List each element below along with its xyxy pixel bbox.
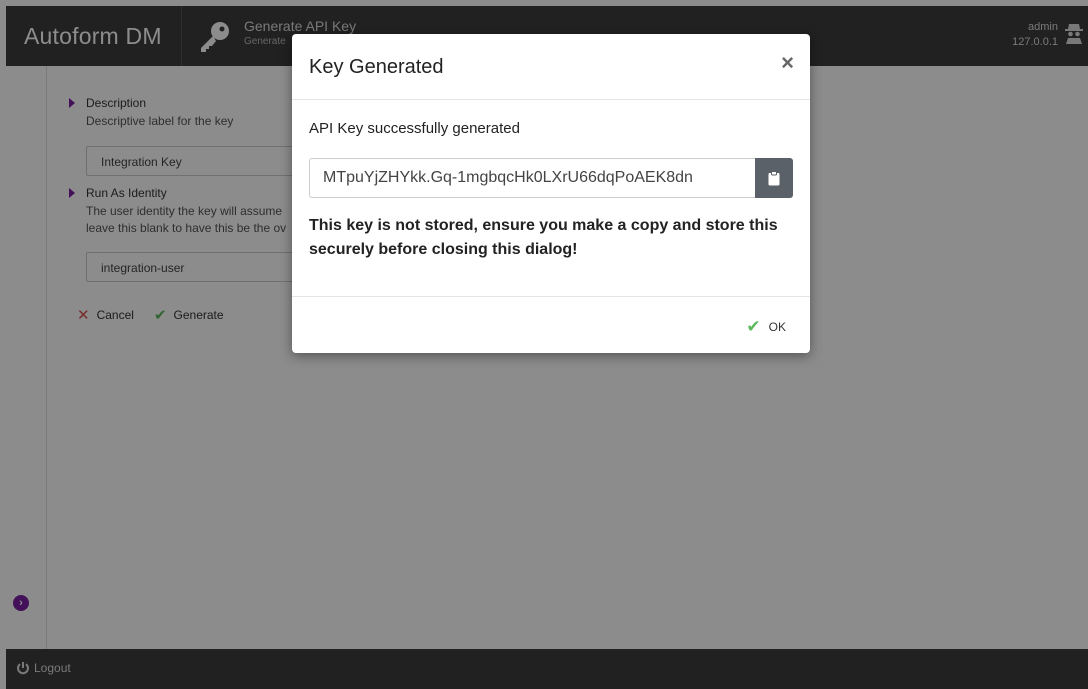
modal-title: Key Generated xyxy=(309,56,444,78)
api-key-group: MTpuYjZHYkk.Gq-1mgbqcHk0LXrU66dqPoAEK8dn xyxy=(309,158,793,198)
modal-body: API Key successfully generated MTpuYjZHY… xyxy=(292,100,810,296)
ok-label: OK xyxy=(768,320,786,334)
modal-footer: ✔ OK xyxy=(292,296,810,354)
warning-message: This key is not stored, ensure you make … xyxy=(309,217,778,258)
api-key-field[interactable]: MTpuYjZHYkk.Gq-1mgbqcHk0LXrU66dqPoAEK8dn xyxy=(309,158,755,198)
key-generated-dialog: Key Generated × API Key successfully gen… xyxy=(292,34,810,353)
close-icon[interactable]: × xyxy=(781,52,794,74)
ok-button[interactable]: ✔ OK xyxy=(746,317,786,337)
copy-button[interactable] xyxy=(755,158,793,198)
check-icon: ✔ xyxy=(746,317,761,336)
success-message: API Key successfully generated xyxy=(309,120,520,137)
modal-header: Key Generated × xyxy=(292,34,810,100)
clipboard-icon xyxy=(768,170,780,185)
